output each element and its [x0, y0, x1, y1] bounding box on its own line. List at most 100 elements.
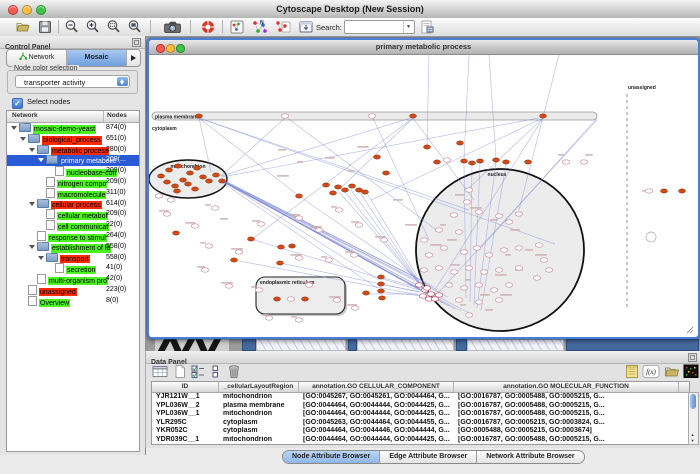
table-row[interactable]: YPL036W__1mitochondrion[GO:0044464, GO:0… [152, 410, 689, 419]
matrix-icon[interactable] [683, 364, 699, 379]
import-attributes-icon[interactable] [664, 364, 680, 379]
table-column-header[interactable]: ID [152, 382, 219, 392]
tree-row[interactable]: nitrogen compo209(0) [7, 177, 139, 188]
table-cell: [GO:0044464, GO:0044444, GO:0044425, G..… [299, 410, 454, 419]
snapshot-camera-icon[interactable] [163, 19, 183, 35]
expand-arrow-icon[interactable] [38, 256, 44, 260]
tree-row-node-count: 223(0) [106, 286, 126, 293]
zoom-window-icon[interactable] [36, 5, 46, 15]
background-window-thumbnail[interactable] [467, 339, 564, 351]
select-nodes-row[interactable]: ✓Select nodes [12, 96, 70, 107]
table-row[interactable]: YJR121W__1mitochondrion[GO:0045267, GO:0… [152, 393, 689, 402]
tree-row[interactable]: cellular metabol209(0) [7, 209, 139, 220]
background-window-thumbnail[interactable] [357, 339, 454, 351]
network-tree-header[interactable]: Network Nodes [7, 111, 139, 123]
save-icon[interactable] [37, 19, 53, 35]
network-window-titlebar[interactable]: primary metabolic process [149, 40, 698, 55]
import-network-icon[interactable] [298, 19, 314, 35]
filter-icon[interactable] [274, 19, 293, 35]
tree-row[interactable]: cell communicat22(0) [7, 220, 139, 231]
tab-edge-attribute-browser[interactable]: Edge Attribute Browser [379, 451, 476, 463]
background-window-thumbnail[interactable] [256, 339, 346, 351]
background-window-edge[interactable] [566, 339, 699, 351]
background-window-thumbnail[interactable] [155, 339, 229, 351]
close-view-icon[interactable] [156, 44, 165, 53]
scroll-down-icon[interactable]: ▼ [689, 438, 696, 444]
expand-arrow-icon[interactable] [29, 202, 35, 206]
close-window-icon[interactable] [8, 5, 18, 15]
tree-row-node-count: 874(0) [106, 124, 126, 131]
minimize-window-icon[interactable] [22, 5, 32, 15]
tree-row[interactable]: transport558(0) [7, 253, 139, 264]
attribute-table-header[interactable]: ID_cellularLayoutRegionannotation.GO CEL… [152, 382, 689, 393]
delete-attribute-icon[interactable] [226, 364, 242, 379]
tree-row[interactable]: cellular process614(0) [7, 199, 139, 210]
network-view-window[interactable]: primary metabolic process plasma membran… [147, 38, 700, 339]
attribute-batch-icon[interactable] [624, 364, 640, 379]
float-panel-icon[interactable] [132, 38, 141, 47]
tree-row[interactable]: mosaic-demo-yeast874(0) [7, 123, 139, 134]
tab-mosaic[interactable]: Mosaic [66, 50, 126, 66]
tree-row[interactable]: primary metabolic209(... [7, 155, 139, 166]
tree-row[interactable]: Overview8(0) [7, 296, 139, 307]
scrollbar-thumb[interactable] [690, 394, 696, 409]
attribute-table-icon[interactable] [152, 364, 168, 379]
table-row[interactable]: YDR039C__1mitochondrion[GO:0044464, GO:0… [152, 436, 689, 445]
tree-row[interactable]: nucleobase-con209(0) [7, 166, 139, 177]
tab-network[interactable]: Network [7, 50, 66, 66]
expand-arrow-icon[interactable] [38, 158, 44, 162]
tree-row-node-count: 42(0) [106, 275, 122, 282]
dropdown-stepper-icon[interactable] [117, 77, 128, 86]
tree-row[interactable]: establishment of lo558(0) [7, 242, 139, 253]
control-panel-header[interactable]: Control Panel [0, 36, 145, 49]
expand-arrow-icon[interactable] [29, 245, 35, 249]
tree-row[interactable]: metabolic process280(0) [7, 145, 139, 156]
zoom-fit-icon[interactable] [127, 19, 143, 35]
select-attributes-icon[interactable] [190, 364, 206, 379]
tree-row[interactable]: response to stimul264(0) [7, 231, 139, 242]
tab-node-attribute-browser[interactable]: Node Attribute Browser [283, 451, 379, 463]
table-column-header[interactable]: annotation.GO CELLULAR_COMPONENT [299, 382, 454, 392]
zoom-in-icon[interactable] [85, 19, 101, 35]
table-scrollbar[interactable]: ▲ ▼ [688, 392, 699, 445]
table-row[interactable]: YLR295Ccytoplasm[GO:0045263, GO:0044464,… [152, 419, 689, 428]
node-color-dropdown[interactable]: transporter activity [15, 75, 130, 88]
expand-arrow-icon[interactable] [11, 126, 17, 130]
zoom-selected-icon[interactable] [106, 19, 122, 35]
tree-row[interactable]: unassigned223(0) [7, 285, 139, 296]
table-column-header[interactable]: _cellularLayoutRegion [219, 382, 299, 392]
unselect-attributes-icon[interactable] [209, 364, 225, 379]
more-tabs-icon[interactable] [126, 50, 140, 66]
vizmapper-icon[interactable]: N [250, 19, 269, 35]
network-canvas[interactable]: plasma membrane cytoplasm mitochondrion … [149, 55, 698, 337]
table-row[interactable]: YKR052Ccytoplasm[GO:0044464, GO:0044446,… [152, 427, 689, 436]
expand-arrow-icon[interactable] [20, 137, 26, 141]
table-column-header[interactable]: annotation.GO MOLECULAR_FUNCTION [454, 382, 679, 392]
zoom-view-icon[interactable] [176, 44, 185, 53]
expand-arrow-icon[interactable] [29, 148, 35, 152]
new-attribute-icon[interactable] [172, 364, 188, 379]
select-nodes-checkbox[interactable]: ✓ [12, 98, 23, 109]
background-window-edge[interactable] [242, 339, 256, 351]
formula-icon[interactable]: f(x) [642, 364, 660, 379]
help-lifering-icon[interactable] [199, 19, 217, 35]
float-panel-icon[interactable] [688, 353, 697, 362]
tree-row[interactable]: multi-organism pro42(0) [7, 274, 139, 285]
zoom-out-icon[interactable] [64, 19, 80, 35]
main-titlebar: Cytoscape Desktop (New Session) [0, 0, 700, 19]
tree-row[interactable]: biological_process651(0) [7, 134, 139, 145]
open-folder-icon[interactable] [15, 19, 31, 35]
network-tree: Network Nodes mosaic-demo-yeast874(0)bio… [6, 110, 140, 452]
search-input[interactable]: ▼ [344, 20, 415, 34]
attribute-search-icon[interactable] [419, 19, 435, 35]
tab-network-attribute-browser[interactable]: Network Attribute Browser [476, 451, 583, 463]
minimize-view-icon[interactable] [166, 44, 175, 53]
table-row[interactable]: YPL036W__2plasma membrane[GO:0044464, GO… [152, 402, 689, 411]
search-dropdown-icon[interactable]: ▼ [403, 21, 413, 33]
background-window-edge[interactable] [456, 339, 467, 351]
tree-row[interactable]: macromolecule311(0) [7, 188, 139, 199]
background-windows-strip[interactable] [147, 339, 700, 351]
network-manager-icon[interactable] [229, 19, 245, 35]
tree-row[interactable]: secretion41(0) [7, 263, 139, 274]
background-window-edge[interactable] [348, 339, 357, 351]
